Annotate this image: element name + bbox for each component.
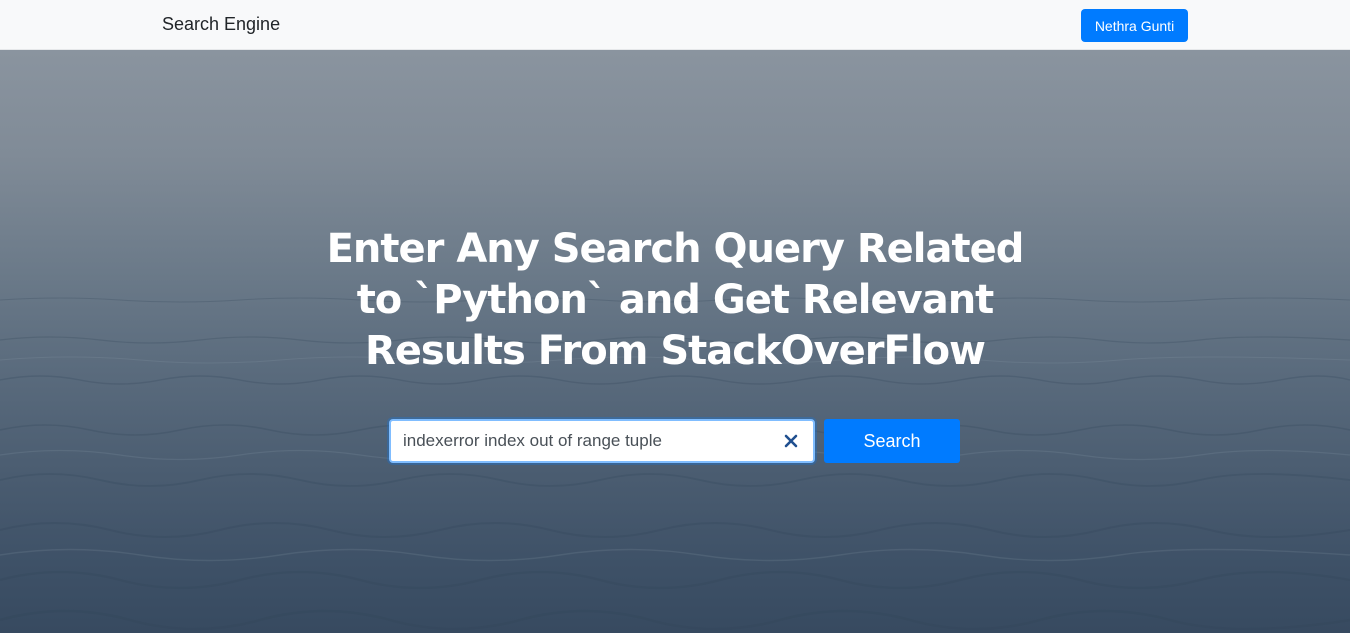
search-input[interactable] xyxy=(403,421,773,461)
search-box xyxy=(389,419,815,463)
close-icon[interactable] xyxy=(783,433,799,449)
navbar: Search Engine Nethra Gunti xyxy=(0,0,1350,50)
user-profile-button[interactable]: Nethra Gunti xyxy=(1081,9,1188,42)
brand-link[interactable]: Search Engine xyxy=(162,14,280,35)
hero-section: Enter Any Search Query Related to `Pytho… xyxy=(0,50,1350,633)
page-headline: Enter Any Search Query Related to `Pytho… xyxy=(326,226,1025,374)
search-button[interactable]: Search xyxy=(824,419,960,463)
